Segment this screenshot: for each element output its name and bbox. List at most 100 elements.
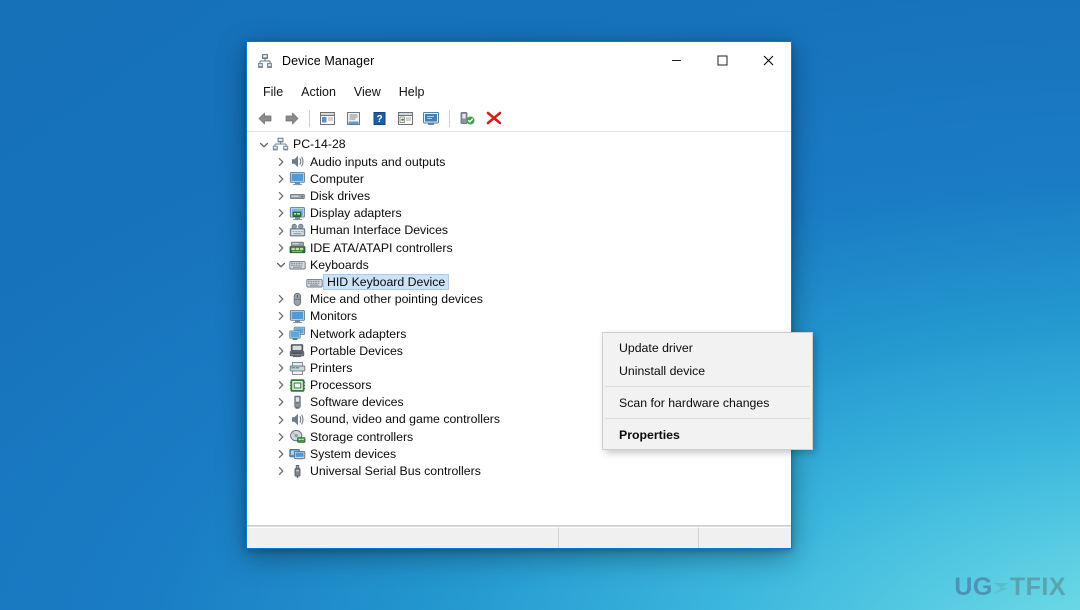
chevron-right-icon[interactable] — [273, 380, 289, 390]
tree-item-label: HID Keyboard Device — [322, 273, 450, 291]
ctx-uninstall-device[interactable]: Uninstall device — [603, 359, 812, 382]
status-pane-2 — [559, 527, 699, 548]
chevron-right-icon[interactable] — [273, 208, 289, 218]
tree-item-label: Network adapters — [310, 326, 407, 341]
close-button[interactable] — [745, 42, 791, 79]
chevron-down-icon[interactable] — [273, 260, 289, 270]
display-adapter-icon — [289, 206, 306, 221]
tree-item-label: Human Interface Devices — [310, 223, 449, 238]
speaker-icon — [289, 154, 306, 169]
ctx-separator-2 — [605, 418, 810, 419]
menu-help[interactable]: Help — [390, 83, 434, 102]
tree-item-label: IDE ATA/ATAPI controllers — [310, 240, 453, 255]
tree-item-pc-14-28[interactable]: PC-14-28 — [247, 136, 791, 153]
tree-item-label: Disk drives — [310, 189, 371, 203]
forward-button[interactable] — [279, 107, 304, 130]
monitor-icon — [289, 309, 306, 324]
tree-item-label: PC-14-28 — [293, 137, 346, 152]
menu-action[interactable]: Action — [292, 83, 345, 102]
device-tree[interactable]: PC-14-28 Audio inputs and outputs Computer… — [247, 132, 791, 526]
printer-icon — [289, 361, 306, 376]
ide-controller-icon — [289, 240, 306, 255]
chevron-right-icon[interactable] — [273, 415, 289, 425]
sound-controller-icon — [289, 412, 306, 427]
chevron-right-icon[interactable] — [273, 432, 289, 442]
tree-item-label: Monitors — [310, 309, 358, 324]
update-driver-button[interactable] — [393, 107, 418, 130]
tree-item-keyboards[interactable]: Keyboards — [247, 256, 791, 273]
tree-item-label: Sound, video and game controllers — [310, 412, 501, 427]
device-context-menu[interactable]: Update driver Uninstall device Scan for ha… — [602, 332, 813, 450]
tree-item-display-adapters[interactable]: Display adapters — [247, 205, 791, 222]
tree-item-ide-ata-atapi-controllers[interactable]: IDE ATA/ATAPI controllers — [247, 239, 791, 256]
chevron-right-icon[interactable] — [273, 311, 289, 321]
computer-node-icon — [272, 137, 289, 152]
chevron-right-icon[interactable] — [273, 157, 289, 167]
device-manager-icon — [257, 53, 273, 69]
tree-item-label: Processors — [310, 378, 372, 393]
tree-item-label: System devices — [310, 446, 397, 461]
chevron-right-icon[interactable] — [273, 346, 289, 356]
status-bar — [247, 526, 791, 548]
window-titlebar[interactable]: Device Manager — [247, 42, 791, 79]
chevron-right-icon[interactable] — [273, 174, 289, 184]
toolbar-separator-1 — [309, 109, 310, 127]
properties-button[interactable] — [341, 107, 366, 130]
ctx-update-driver[interactable]: Update driver — [603, 336, 812, 359]
keyboard-icon — [289, 257, 306, 272]
processor-icon — [289, 378, 306, 393]
show-hide-console-tree-button[interactable] — [315, 107, 340, 130]
mouse-icon — [289, 292, 306, 307]
back-button[interactable] — [253, 107, 278, 130]
window-controls — [653, 42, 791, 79]
chevron-down-icon[interactable] — [256, 140, 272, 150]
portable-device-icon — [289, 343, 306, 358]
tree-item-audio-inputs-and-outputs[interactable]: Audio inputs and outputs — [247, 153, 791, 170]
chevron-right-icon[interactable] — [273, 466, 289, 476]
maximize-button[interactable] — [699, 42, 745, 79]
minimize-button[interactable] — [653, 42, 699, 79]
storage-controller-icon — [289, 429, 306, 444]
tree-item-label: Mice and other pointing devices — [310, 292, 483, 307]
uninstall-device-button[interactable] — [481, 107, 506, 130]
tree-item-label: Printers — [310, 360, 353, 375]
keyboard-device-icon — [306, 275, 323, 290]
status-pane-3 — [699, 527, 791, 548]
chevron-right-icon[interactable] — [273, 363, 289, 373]
tree-item-hid-keyboard-device[interactable]: HID Keyboard Device — [247, 273, 791, 291]
scan-for-hardware-changes-button[interactable] — [419, 107, 444, 130]
tree-item-mice-and-other-pointing-devices[interactable]: Mice and other pointing devices — [247, 291, 791, 308]
chevron-right-icon[interactable] — [273, 243, 289, 253]
monitor-icon — [289, 171, 306, 186]
tree-item-disk-drives[interactable]: Disk drives — [247, 188, 791, 205]
tree-item-label: Computer — [310, 171, 364, 186]
chevron-right-icon[interactable] — [273, 329, 289, 339]
ctx-properties[interactable]: Properties — [603, 423, 812, 446]
window-title: Device Manager — [282, 53, 375, 68]
chevron-right-icon[interactable] — [273, 294, 289, 304]
tree-item-universal-serial-bus-controllers[interactable]: Universal Serial Bus controllers — [247, 463, 791, 480]
tree-item-computer[interactable]: Computer — [247, 170, 791, 187]
tree-item-human-interface-devices[interactable]: Human Interface Devices — [247, 222, 791, 239]
toolbar-separator-2 — [449, 109, 450, 127]
usb-controller-icon — [289, 464, 306, 479]
menu-file[interactable]: File — [254, 83, 292, 102]
chevron-right-icon[interactable] — [273, 449, 289, 459]
menu-view[interactable]: View — [345, 83, 390, 102]
tree-item-label: Keyboards — [310, 257, 369, 272]
help-button[interactable]: ? — [367, 107, 392, 130]
toolbar: ? — [247, 105, 791, 132]
chevron-right-icon[interactable] — [273, 397, 289, 407]
ctx-separator-1 — [605, 386, 810, 387]
menubar: File Action View Help — [247, 79, 791, 105]
chevron-right-icon[interactable] — [273, 226, 289, 236]
ctx-scan-for-hardware-changes[interactable]: Scan for hardware changes — [603, 391, 812, 414]
ugetfix-watermark: UG TFIX — [954, 573, 1066, 602]
disk-drive-icon — [289, 189, 306, 204]
hid-icon — [289, 223, 306, 238]
chevron-right-icon[interactable] — [273, 191, 289, 201]
watermark-part-b: TFIX — [1009, 573, 1066, 601]
status-pane-1 — [247, 527, 559, 548]
enable-device-button[interactable] — [455, 107, 480, 130]
tree-item-monitors[interactable]: Monitors — [247, 308, 791, 325]
